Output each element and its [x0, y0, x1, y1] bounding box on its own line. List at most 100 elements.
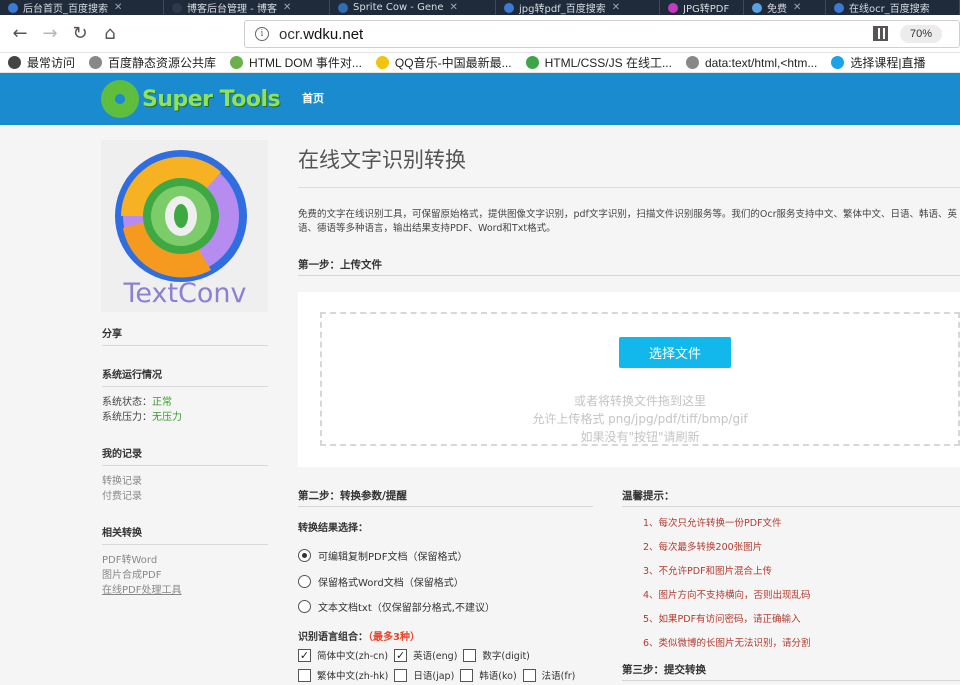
bookmark-favicon-icon	[375, 56, 389, 69]
online-pdf-tools-link[interactable]: 在线PDF处理工具	[102, 583, 268, 598]
tab-favicon-icon	[338, 2, 348, 13]
textconv-logo-text: TextConv	[122, 278, 246, 309]
reload-button[interactable]: ↻	[65, 19, 95, 49]
tip-item: 5、如果PDF有访问密码，请正确输入	[643, 614, 801, 625]
bookmark-item[interactable]: data:text/html,<htm...	[678, 56, 823, 70]
language-label: 数字(digit)	[482, 651, 530, 662]
bookmarks-bar: 最常访问 百度静态资源公共库 HTML DOM 事件对... QQ音乐-中国最新最..…	[0, 53, 960, 73]
bookmark-item[interactable]: QQ音乐-中国最新最...	[368, 54, 518, 71]
gear-icon	[8, 56, 21, 69]
image-to-pdf-link[interactable]: 图片合成PDF	[102, 568, 268, 583]
file-dropzone[interactable]: 选择文件 或者将转换文件拖到这里 允许上传格式 png/jpg/pdf/tiff…	[320, 312, 960, 446]
language-option[interactable]: 日语(jap)	[394, 668, 454, 682]
payment-records-link[interactable]: 付费记录	[102, 489, 268, 504]
related-title: 相关转换	[102, 524, 268, 545]
bookmark-favicon-icon	[685, 56, 699, 69]
radio-editable-pdf[interactable]	[298, 549, 311, 562]
language-option[interactable]: ✓ 英语(eng)	[394, 648, 457, 662]
site-header: Super Tools 首页	[0, 73, 960, 125]
bookmark-item[interactable]: HTML DOM 事件对...	[222, 54, 368, 71]
bookmark-item[interactable]: 百度静态资源公共库	[81, 54, 222, 71]
browser-tab[interactable]: jpg转pdf_百度搜索 ✕	[496, 0, 660, 15]
bookmark-favicon-icon	[831, 56, 845, 69]
tab-favicon-icon	[172, 2, 182, 13]
bookmark-label: 最常访问	[27, 56, 76, 70]
site-logo[interactable]: Super Tools	[104, 83, 281, 115]
language-checkbox[interactable]	[394, 668, 408, 682]
conversion-records-link[interactable]: 转换记录	[102, 474, 268, 489]
language-option[interactable]: ✓ 简体中文(zh-cn)	[298, 648, 388, 662]
address-bar[interactable]: i ocr.wdku.net 70%	[244, 20, 960, 48]
browser-tab[interactable]: 后台首页_百度搜索 ✕	[0, 0, 164, 15]
language-label: 繁体中文(zh-hk)	[317, 671, 389, 682]
language-option[interactable]: 法语(fr)	[522, 668, 575, 682]
bookmark-item[interactable]: HTML/CSS/JS 在线工...	[518, 54, 678, 71]
page-title: 在线文字识别转换	[298, 148, 466, 172]
tab-close-icon[interactable]: ✕	[612, 2, 620, 13]
browser-tab[interactable]: 在线ocr_百度搜索	[826, 0, 960, 15]
tip-item: 1、每次只允许转换一份PDF文件	[643, 518, 782, 529]
forward-button[interactable]: →	[35, 19, 65, 49]
status-badge: 正常	[152, 397, 172, 408]
tab-close-icon[interactable]: ✕	[283, 2, 291, 13]
browser-tab[interactable]: 博客后台管理 - 博客 ✕	[164, 0, 330, 15]
bookmark-label: HTML DOM 事件对...	[249, 56, 362, 70]
related-section: 相关转换 PDF转Word 图片合成PDF 在线PDF处理工具	[102, 524, 268, 598]
language-label: 日语(jap)	[413, 671, 455, 682]
nav-home-link[interactable]: 首页	[302, 90, 324, 106]
bookmark-favicon-icon	[230, 56, 244, 69]
tab-label: jpg转pdf_百度搜索	[519, 4, 606, 15]
choose-file-button[interactable]: 选择文件	[619, 337, 731, 368]
bookmark-label: data:text/html,<htm...	[704, 55, 818, 70]
records-section: 我的记录 转换记录 付费记录	[102, 445, 268, 504]
site-logo-text: Super Tools	[142, 86, 281, 112]
share-title: 分享	[102, 325, 268, 346]
tip-item: 3、不允许PDF和图片混合上传	[643, 566, 773, 577]
tab-close-icon[interactable]: ✕	[449, 2, 457, 13]
option-word[interactable]: 保留格式Word文档（保留格式）	[298, 574, 464, 589]
tips-title: 温馨提示：	[622, 490, 675, 502]
browser-tab[interactable]: JPG转PDF	[660, 0, 744, 15]
language-checkbox[interactable]	[522, 668, 536, 682]
step1-divider	[298, 275, 960, 276]
option-label: 保留格式Word文档（保留格式）	[318, 578, 464, 589]
zoom-level-badge[interactable]: 70%	[900, 25, 942, 43]
bookmark-label: QQ音乐-中国最新最...	[394, 56, 512, 70]
language-checkbox[interactable]	[298, 668, 311, 682]
browser-tab[interactable]: 免费 ✕	[744, 0, 826, 15]
tab-favicon-icon	[504, 2, 514, 13]
info-icon[interactable]: i	[255, 27, 269, 41]
step1-title: 第一步：上传文件	[298, 259, 382, 271]
browser-tab[interactable]: Sprite Cow - Gene ✕	[330, 0, 496, 15]
radio-word[interactable]	[298, 575, 311, 588]
tab-favicon-icon	[752, 2, 762, 13]
language-checkbox[interactable]	[463, 648, 477, 662]
system-status-line: 系统状态：正常	[102, 397, 172, 408]
url-text: ocr.wdku.net	[279, 25, 364, 43]
step2-divider	[298, 506, 593, 507]
option-txt[interactable]: 文本文档txt（仅保留部分格式,不建议）	[298, 599, 495, 614]
language-checkbox[interactable]: ✓	[298, 648, 311, 662]
language-limit: （最多3种）	[368, 632, 420, 643]
qr-code-icon[interactable]	[873, 26, 888, 41]
language-label: 韩语(ko)	[479, 671, 517, 682]
language-checkbox[interactable]	[460, 668, 474, 682]
language-option[interactable]: 韩语(ko)	[460, 668, 517, 682]
bookmark-favicon-icon	[89, 56, 103, 69]
bookmark-item[interactable]: 最常访问	[0, 54, 81, 71]
language-option[interactable]: 数字(digit)	[463, 648, 530, 662]
home-button[interactable]: ⌂	[95, 19, 125, 49]
page-description: 免费的文字在线识别工具，可保留原始格式，提供图像文字识别，pdf文字识别，扫描文…	[298, 209, 958, 234]
pdf-to-word-link[interactable]: PDF转Word	[102, 553, 268, 568]
option-editable-pdf[interactable]: 可编辑复制PDF文档（保留格式）	[298, 548, 467, 563]
back-button[interactable]: ←	[5, 19, 35, 49]
radio-txt[interactable]	[298, 600, 311, 613]
tab-favicon-icon	[668, 2, 678, 13]
language-checkbox[interactable]: ✓	[394, 648, 408, 662]
bookmark-item[interactable]: 选择课程|直播	[823, 54, 931, 71]
language-option[interactable]: 繁体中文(zh-hk)	[298, 668, 388, 682]
bookmark-label: 选择课程|直播	[850, 56, 926, 70]
tab-close-icon[interactable]: ✕	[114, 2, 122, 13]
tab-close-icon[interactable]: ✕	[793, 2, 801, 13]
tab-label: 博客后台管理 - 博客	[187, 4, 277, 15]
